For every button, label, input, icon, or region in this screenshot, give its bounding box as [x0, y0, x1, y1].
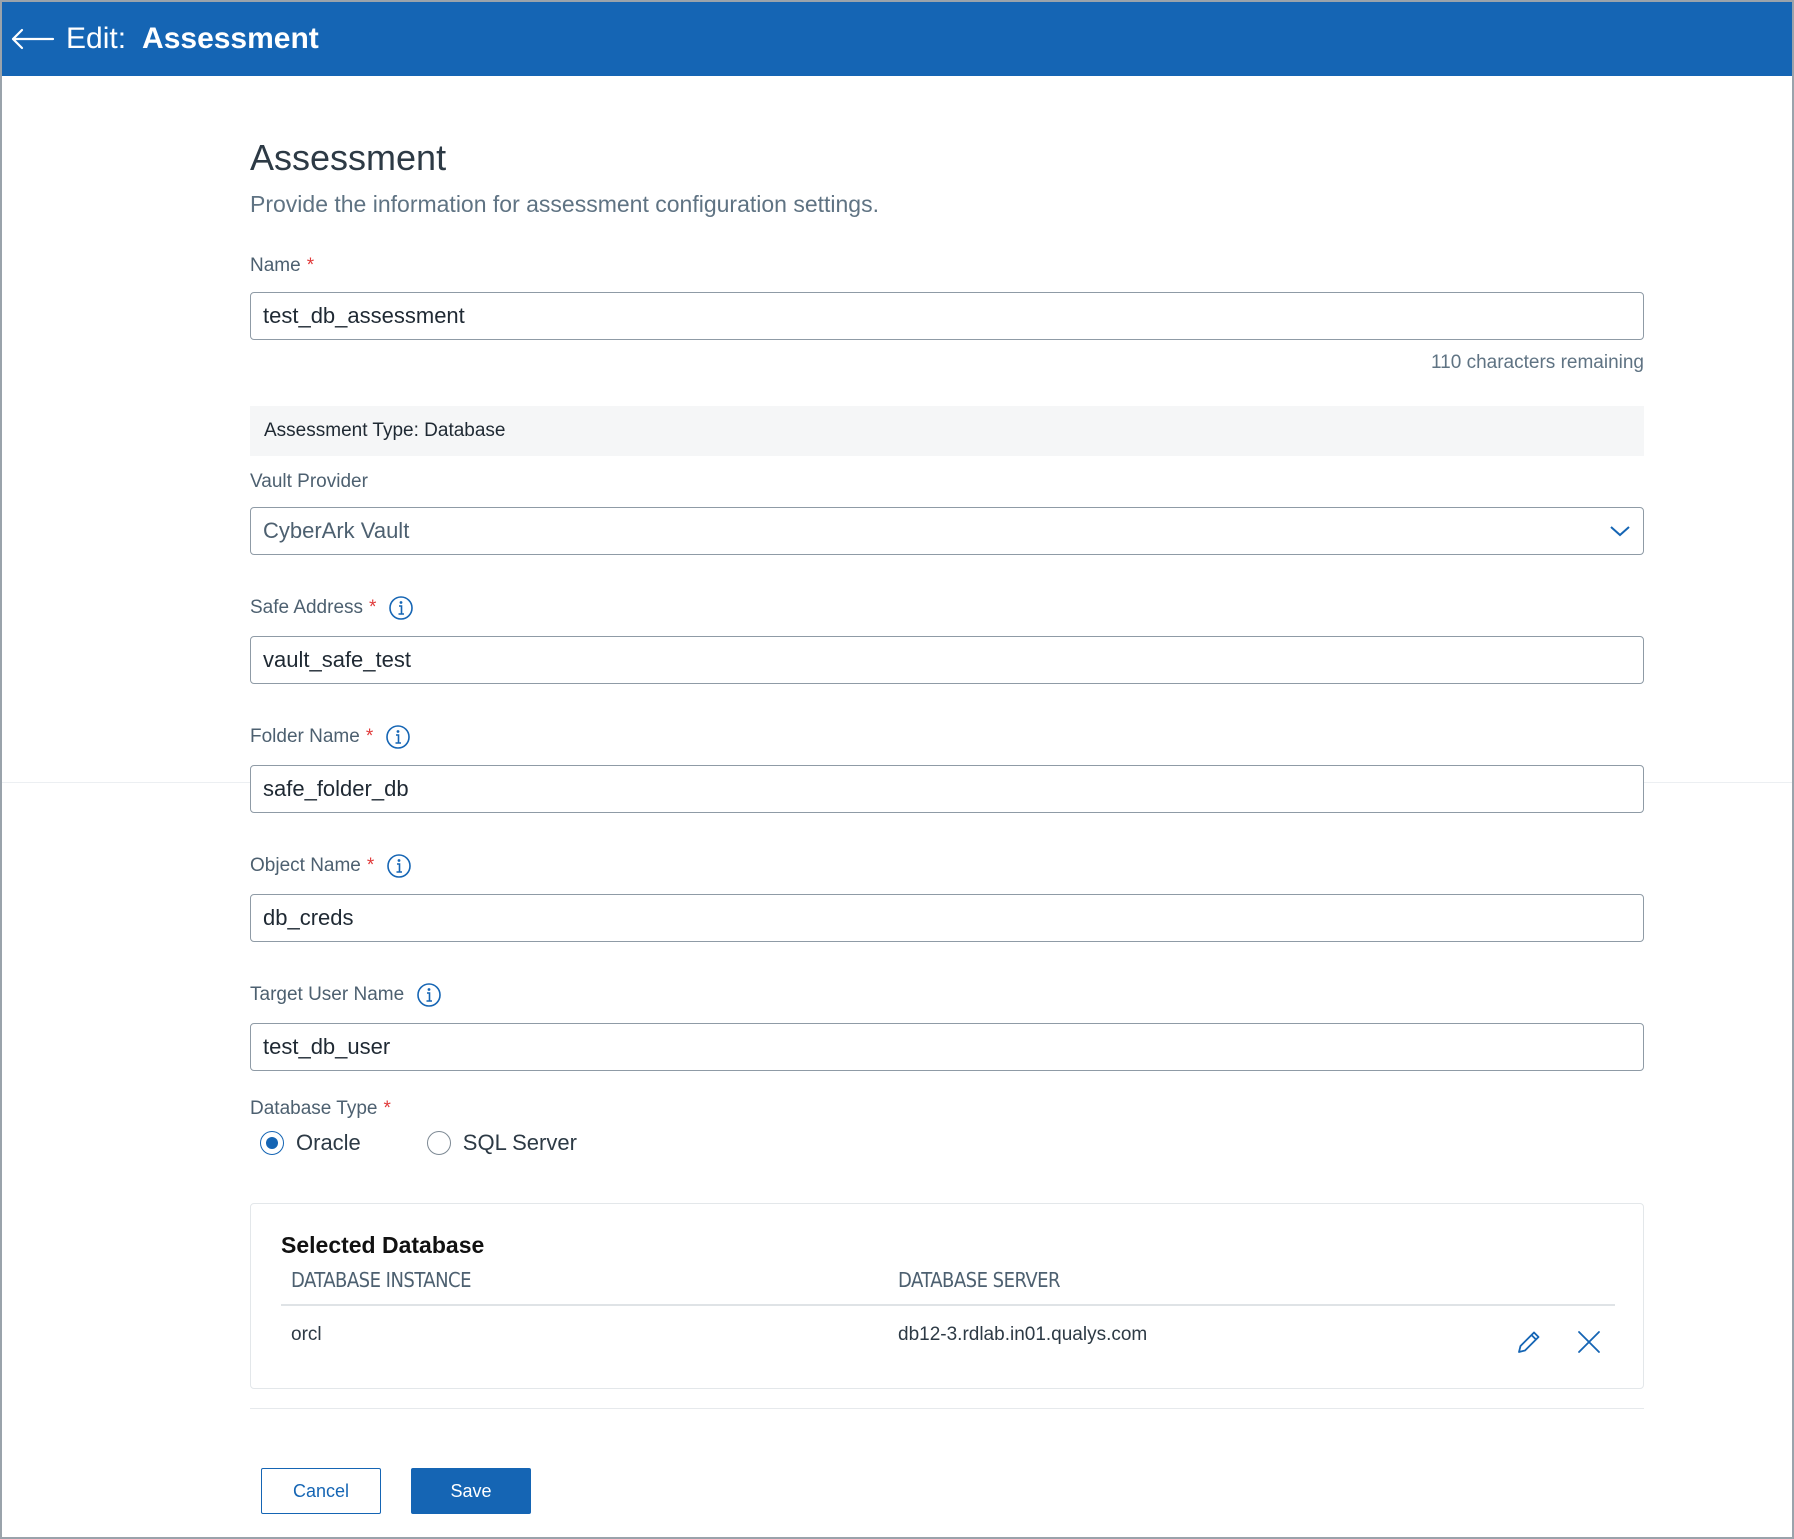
vault-provider-label: Vault Provider: [250, 470, 368, 494]
close-icon: [1578, 1331, 1600, 1353]
info-icon[interactable]: [388, 595, 414, 621]
radio-oracle-label: Oracle: [296, 1130, 361, 1155]
back-button[interactable]: [2, 2, 62, 76]
header-prefix: Edit:: [66, 22, 127, 55]
object-name-label: Object Name *: [250, 853, 412, 879]
name-label: Name *: [250, 254, 314, 278]
arrow-left-icon: [11, 28, 55, 50]
page-title: Assessment: [250, 137, 447, 178]
selected-database-title: Selected Database: [281, 1232, 485, 1258]
safe-address-label: Safe Address *: [250, 595, 414, 621]
info-icon[interactable]: [385, 724, 411, 750]
column-header-server: DATABASE SERVER: [898, 1268, 1061, 1292]
vault-provider-value: CyberArk Vault: [263, 518, 410, 543]
object-name-input[interactable]: db_creds: [250, 894, 1644, 942]
folder-name-label: Folder Name *: [250, 724, 411, 750]
table-row: orcl db12-3.rdlab.in01.qualys.com: [251, 1316, 1645, 1366]
required-mark: *: [383, 1098, 391, 1119]
header-title: Edit: Assessment: [66, 22, 319, 56]
pencil-icon: [1518, 1331, 1540, 1353]
folder-name-input[interactable]: safe_folder_db: [250, 765, 1644, 813]
target-user-label: Target User Name: [250, 982, 442, 1008]
actions-divider: [250, 1408, 1644, 1409]
name-label-text: Name: [250, 255, 301, 276]
radio-unchecked-icon: [426, 1131, 451, 1155]
radio-sql-server-label: SQL Server: [462, 1130, 577, 1155]
save-button[interactable]: Save: [411, 1468, 531, 1514]
chars-remaining: 110 characters remaining: [1431, 352, 1644, 373]
safe-address-label-text: Safe Address: [250, 597, 364, 618]
safe-address-input[interactable]: vault_safe_test: [250, 636, 1644, 684]
target-user-value: test_db_user: [263, 1034, 391, 1059]
radio-sql-server[interactable]: SQL Server: [426, 1130, 577, 1156]
edit-button[interactable]: [1513, 1326, 1545, 1358]
chevron-down-icon: [1610, 526, 1630, 537]
name-input-value: test_db_assessment: [263, 303, 465, 328]
object-name-label-text: Object Name: [250, 855, 361, 876]
header-name: Assessment: [142, 22, 319, 55]
page-subtitle: Provide the information for assessment c…: [250, 191, 879, 217]
cell-instance: orcl: [291, 1324, 322, 1345]
cell-server: db12-3.rdlab.in01.qualys.com: [898, 1324, 1148, 1345]
table-header-divider: [281, 1304, 1615, 1306]
folder-name-value: safe_folder_db: [263, 776, 409, 801]
info-icon[interactable]: [416, 982, 442, 1008]
cancel-button[interactable]: Cancel: [261, 1468, 381, 1514]
info-icon[interactable]: [386, 853, 412, 879]
vault-provider-select[interactable]: CyberArk Vault: [250, 507, 1644, 555]
assessment-type-text: Assessment Type: Database: [264, 420, 506, 441]
radio-oracle[interactable]: Oracle: [260, 1130, 361, 1156]
top-bar: Edit: Assessment: [2, 2, 1792, 76]
assessment-type-banner: Assessment Type: Database: [250, 406, 1644, 456]
column-header-instance: DATABASE INSTANCE: [291, 1268, 471, 1292]
safe-address-value: vault_safe_test: [263, 647, 411, 672]
required-mark: *: [306, 255, 315, 276]
database-type-radios: Oracle SQL Server: [260, 1130, 577, 1156]
selected-database-card: Selected Database DATABASE INSTANCE DATA…: [250, 1203, 1644, 1389]
database-type-label-text: Database Type: [250, 1098, 378, 1119]
target-user-input[interactable]: test_db_user: [250, 1023, 1644, 1071]
required-mark: *: [369, 597, 377, 618]
database-type-label: Database Type *: [250, 1097, 391, 1121]
required-mark: *: [365, 726, 374, 747]
form-content: Assessment Provide the information for a…: [250, 130, 1644, 1514]
target-user-label-text: Target User Name: [250, 984, 405, 1005]
folder-name-label-text: Folder Name: [250, 726, 360, 747]
remove-button[interactable]: [1575, 1328, 1603, 1356]
object-name-value: db_creds: [263, 905, 354, 930]
edit-assessment-window: Edit: Assessment Assessment Provide the …: [0, 0, 1794, 1539]
name-input[interactable]: test_db_assessment: [250, 292, 1644, 340]
vault-provider-label-text: Vault Provider: [250, 471, 368, 492]
radio-checked-icon: [260, 1131, 284, 1155]
required-mark: *: [366, 855, 375, 876]
